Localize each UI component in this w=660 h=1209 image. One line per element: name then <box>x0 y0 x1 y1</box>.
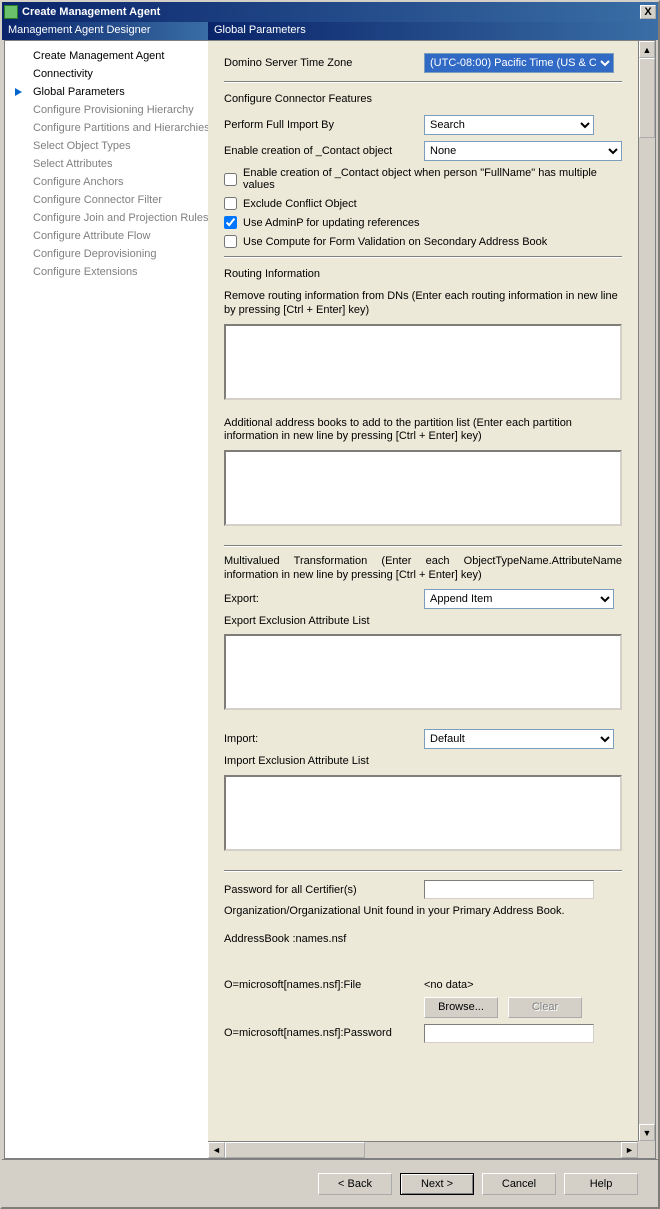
cb-use-adminp-input[interactable] <box>224 216 237 229</box>
org-note: Organization/Organizational Unit found i… <box>224 905 622 919</box>
cancel-label: Cancel <box>502 1178 536 1190</box>
body-area: Create Management Agent Connectivity Glo… <box>4 40 656 1159</box>
wizard-steps: Create Management Agent Connectivity Glo… <box>5 41 208 1158</box>
help-button[interactable]: Help <box>564 1173 638 1195</box>
routing-help: Remove routing information from DNs (Ent… <box>224 290 622 318</box>
close-button[interactable]: X <box>640 5 656 19</box>
scroll-down-button[interactable]: ▼ <box>639 1124 655 1141</box>
wizard-button-bar: < Back Next > Cancel Help <box>2 1159 658 1207</box>
pw2-label: O=microsoft[names.nsf]:Password <box>224 1027 424 1039</box>
full-import-label: Perform Full Import By <box>224 119 424 131</box>
addrbook-textarea[interactable] <box>224 450 622 526</box>
browse-button[interactable]: Browse... <box>424 997 498 1018</box>
import-select[interactable]: Default <box>424 729 614 749</box>
export-select[interactable]: Append Item <box>424 589 614 609</box>
step-anchors: Configure Anchors <box>5 173 208 191</box>
tz-label: Domino Server Time Zone <box>224 57 424 69</box>
step-attribute-flow: Configure Attribute Flow <box>5 227 208 245</box>
step-partitions: Configure Partitions and Hierarchies <box>5 119 208 137</box>
file-label: O=microsoft[names.nsf]:File <box>224 979 424 991</box>
connector-features-heading: Configure Connector Features <box>224 93 622 105</box>
addrbook-line: AddressBook :names.nsf <box>224 933 622 947</box>
addrbook-help: Additional address books to add to the p… <box>224 417 622 445</box>
back-label: < Back <box>338 1178 372 1190</box>
cb-use-adminp-label: Use AdminP for updating references <box>243 217 420 229</box>
cb-use-adminp[interactable]: Use AdminP for updating references <box>224 216 622 229</box>
next-label: Next > <box>421 1178 453 1190</box>
vscroll-thumb[interactable] <box>639 58 655 138</box>
cancel-button[interactable]: Cancel <box>482 1173 556 1195</box>
chevron-down-icon: ▼ <box>643 1128 652 1138</box>
step-extensions: Configure Extensions <box>5 263 208 281</box>
import-excl-label: Import Exclusion Attribute List <box>224 755 622 769</box>
cb-exclude-conflict-label: Exclude Conflict Object <box>243 198 357 210</box>
cb-enable-contact-multi-label: Enable creation of _Contact object when … <box>243 167 622 191</box>
tz-select[interactable]: (UTC-08:00) Pacific Time (US & Can <box>424 53 614 73</box>
next-button[interactable]: Next > <box>400 1173 474 1195</box>
step-provisioning-hierarchy: Configure Provisioning Hierarchy <box>5 101 208 119</box>
back-button[interactable]: < Back <box>318 1173 392 1195</box>
chevron-right-icon: ► <box>625 1145 634 1155</box>
step-create-agent[interactable]: Create Management Agent <box>5 47 208 65</box>
cb-use-compute-label: Use Compute for Form Validation on Secon… <box>243 236 547 248</box>
cb-exclude-conflict[interactable]: Exclude Conflict Object <box>224 197 622 210</box>
multival-help: Multivalued Transformation (Enter each O… <box>224 555 622 583</box>
routing-heading: Routing Information <box>224 268 622 280</box>
main-panel: Domino Server Time Zone (UTC-08:00) Paci… <box>208 41 655 1158</box>
step-deprovisioning: Configure Deprovisioning <box>5 245 208 263</box>
enable-contact-select[interactable]: None <box>424 141 622 161</box>
help-label: Help <box>590 1178 613 1190</box>
export-label: Export: <box>224 593 424 605</box>
subheader-left: Management Agent Designer <box>2 22 208 40</box>
cb-enable-contact-multi[interactable]: Enable creation of _Contact object when … <box>224 167 622 191</box>
horizontal-scrollbar[interactable]: ◄ ► <box>208 1141 638 1158</box>
export-excl-label: Export Exclusion Attribute List <box>224 615 622 629</box>
step-global-parameters[interactable]: Global Parameters <box>5 83 208 101</box>
close-icon: X <box>644 6 651 18</box>
step-attributes: Select Attributes <box>5 155 208 173</box>
import-label: Import: <box>224 733 424 745</box>
pw2-input[interactable] <box>424 1024 594 1043</box>
subheader: Management Agent Designer Global Paramet… <box>2 22 658 40</box>
import-excl-textarea[interactable] <box>224 775 622 851</box>
browse-label: Browse... <box>438 1001 484 1013</box>
cb-use-compute-input[interactable] <box>224 235 237 248</box>
titlebar: Create Management Agent X <box>2 2 658 22</box>
hscroll-thumb[interactable] <box>225 1142 365 1158</box>
routing-textarea[interactable] <box>224 324 622 400</box>
certifier-pw-label: Password for all Certifier(s) <box>224 884 424 896</box>
export-excl-textarea[interactable] <box>224 634 622 710</box>
form-scroll: Domino Server Time Zone (UTC-08:00) Paci… <box>208 41 638 1158</box>
cb-exclude-conflict-input[interactable] <box>224 197 237 210</box>
enable-contact-label: Enable creation of _Contact object <box>224 145 424 157</box>
scroll-left-button[interactable]: ◄ <box>208 1142 225 1158</box>
file-value: <no data> <box>424 979 474 991</box>
chevron-left-icon: ◄ <box>212 1145 221 1155</box>
clear-label: Clear <box>532 1001 558 1013</box>
scroll-up-button[interactable]: ▲ <box>639 41 655 58</box>
clear-button[interactable]: Clear <box>508 997 582 1018</box>
scroll-corner <box>638 1141 655 1158</box>
step-connectivity[interactable]: Connectivity <box>5 65 208 83</box>
cb-use-compute[interactable]: Use Compute for Form Validation on Secon… <box>224 235 622 248</box>
cb-enable-contact-multi-input[interactable] <box>224 173 237 186</box>
step-object-types: Select Object Types <box>5 137 208 155</box>
window-title: Create Management Agent <box>22 6 160 18</box>
app-icon <box>4 5 18 19</box>
certifier-pw-input[interactable] <box>424 880 594 899</box>
vertical-scrollbar[interactable]: ▲ ▼ <box>638 41 655 1158</box>
step-connector-filter: Configure Connector Filter <box>5 191 208 209</box>
scroll-right-button[interactable]: ► <box>621 1142 638 1158</box>
subheader-right: Global Parameters <box>208 22 658 40</box>
step-join-projection: Configure Join and Projection Rules <box>5 209 208 227</box>
chevron-up-icon: ▲ <box>643 45 652 55</box>
full-import-select[interactable]: Search <box>424 115 594 135</box>
